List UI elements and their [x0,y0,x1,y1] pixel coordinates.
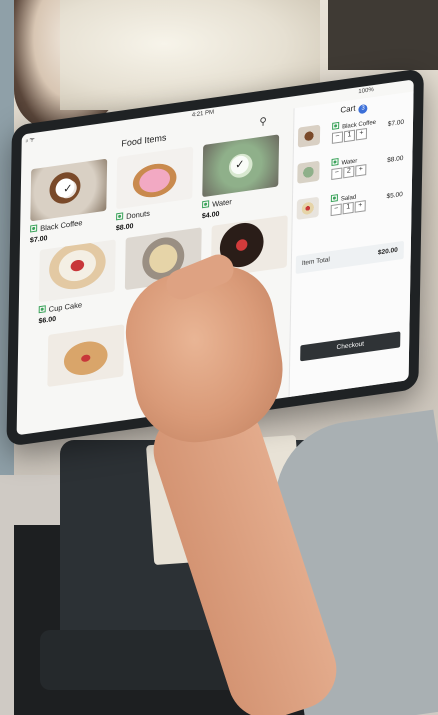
food-card-black-coffee[interactable]: ✓ Black Coffee $7.00 [30,158,108,244]
signal-indicator: ᵢₗ ᯤ [25,136,35,145]
veg-icon [116,212,124,221]
cart-count-badge: 3 [358,103,368,115]
food-card-donuts[interactable]: Donuts $8.00 [116,146,194,232]
food-image [38,239,116,303]
search-icon[interactable]: ⚲ [259,116,267,128]
food-image: ✓ [30,158,108,222]
cart-panel: Cart 3 Black Coffee − 1 + $7.00 Water − … [288,91,414,398]
checkout-button[interactable]: Checkout [300,331,401,362]
selected-check-icon: ✓ [58,178,77,200]
veg-icon [330,194,338,203]
cart-item-image [296,196,319,220]
total-label: Item Total [301,256,330,268]
food-card-pancakes[interactable] [47,324,125,388]
quantity-value: 2 [343,165,355,179]
cart-item-price: $5.00 [386,190,403,201]
food-image [47,324,125,388]
status-time: 4:21 PM [191,109,215,119]
plus-button[interactable]: + [355,127,368,141]
food-image [116,146,194,210]
food-name: Donuts [126,208,150,221]
veg-icon [331,157,339,166]
minus-button[interactable]: − [331,167,343,181]
veg-icon [38,305,46,314]
food-card-cup-cake[interactable]: Cup Cake $6.00 [38,239,116,325]
veg-icon [332,121,340,130]
cart-item-image [297,160,320,184]
minus-button[interactable]: − [331,131,344,144]
cart-item-image [297,124,321,148]
plus-button[interactable]: + [354,200,366,213]
cart-total: Item Total $20.00 [295,240,404,275]
cart-item-price: $7.00 [387,118,405,129]
battery-level: 100% [358,87,374,96]
panel-title: Food Items [121,132,167,149]
selected-check-icon: ✓ [230,154,249,176]
total-value: $20.00 [377,246,398,257]
quantity-value: 1 [343,129,356,143]
plus-button[interactable]: + [355,164,367,177]
cart-title: Cart 3 [340,102,368,117]
food-name: Water [212,197,232,209]
veg-icon [30,224,38,233]
veg-icon [202,200,210,209]
cart-item-price: $8.00 [387,154,404,165]
quantity-value: 1 [342,201,354,215]
minus-button[interactable]: − [330,203,342,217]
food-card-water[interactable]: ✓ Water $4.00 [202,134,280,220]
photo-scene: ᵢₗ ᯤ 4:21 PM 100% Food Items ⚲ ✓ Black C… [0,0,438,715]
food-image: ✓ [202,134,280,198]
